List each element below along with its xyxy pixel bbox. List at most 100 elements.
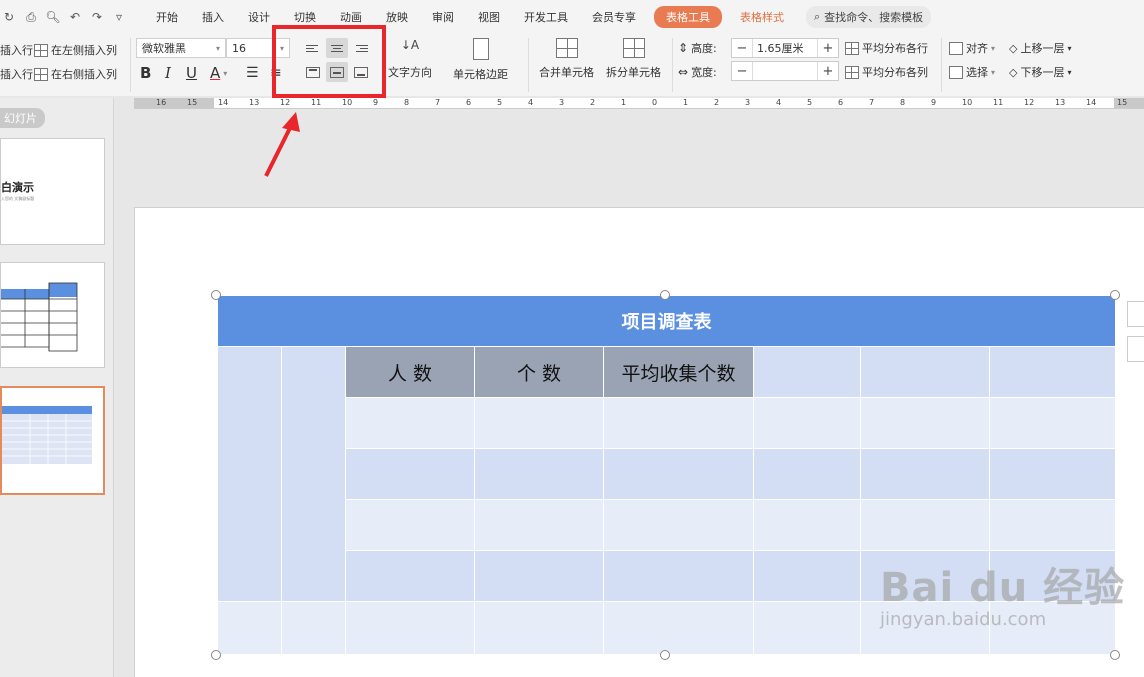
table-cell[interactable]	[603, 397, 754, 449]
table-cell[interactable]	[345, 397, 475, 449]
preview-icon[interactable]: 🔍︎	[45, 10, 60, 24]
slide-thumbnail-3[interactable]	[0, 386, 105, 495]
tab-developer[interactable]: 开发工具	[512, 9, 580, 25]
font-name-select[interactable]: 微软雅黑 ▾	[136, 38, 226, 58]
table-cell[interactable]	[603, 550, 754, 602]
width-stepper[interactable]: − +	[731, 61, 839, 81]
command-search[interactable]: ⌕ 查找命令、搜索模板	[806, 6, 932, 28]
table-cell[interactable]	[753, 346, 861, 398]
insert-row-above-button[interactable]: 插入行	[0, 42, 33, 58]
height-stepper[interactable]: − 1.65厘米 +	[731, 38, 839, 58]
merge-cells-button[interactable]: 合并单元格	[539, 38, 594, 80]
split-cells-button[interactable]: 拆分单元格	[606, 38, 661, 80]
text-direction-button[interactable]: ↓A 文字方向	[388, 38, 432, 80]
table-cell[interactable]	[753, 550, 861, 602]
tab-design[interactable]: 设计	[236, 9, 282, 25]
slides-panel-tab[interactable]: 幻灯片	[0, 108, 45, 128]
header-cell-count[interactable]: 个 数	[474, 346, 604, 398]
insert-row-below-button[interactable]: 插入行	[0, 66, 33, 82]
layer-up-icon: ◇	[1009, 41, 1018, 55]
table-cell[interactable]	[603, 499, 754, 551]
table-cell[interactable]	[989, 499, 1116, 551]
table-cell[interactable]	[281, 346, 346, 602]
tab-insert[interactable]: 插入	[190, 9, 236, 25]
table-settings-icon[interactable]	[1127, 336, 1144, 362]
distribute-cols-button[interactable]: 平均分布各列	[845, 64, 928, 80]
bold-button[interactable]: B	[140, 64, 151, 82]
plus-icon[interactable]: +	[818, 64, 838, 79]
table-cell[interactable]	[345, 550, 475, 602]
line-spacing-button[interactable]: ☰	[246, 65, 259, 81]
resize-handle-top-right[interactable]	[1110, 290, 1120, 300]
distribute-rows-button[interactable]: 平均分布各行	[845, 40, 928, 56]
table-title[interactable]: 项目调查表	[217, 295, 1116, 347]
cell-margin-button[interactable]: 单元格边距	[453, 38, 508, 82]
table-cell[interactable]	[281, 601, 346, 655]
redo-icon[interactable]: ↷	[90, 10, 104, 24]
tab-table-tools[interactable]: 表格工具	[654, 6, 722, 28]
table-cell[interactable]	[989, 346, 1116, 398]
resize-handle-top[interactable]	[660, 290, 670, 300]
refresh-icon[interactable]: ↻	[2, 10, 16, 24]
font-color-button[interactable]: A ▾	[210, 64, 227, 82]
select-dropdown[interactable]: 选择 ▾	[949, 64, 995, 80]
resize-handle-bottom[interactable]	[660, 650, 670, 660]
table-cell[interactable]	[989, 448, 1116, 500]
header-cell-average[interactable]: 平均收集个数	[603, 346, 754, 398]
table-cell[interactable]	[345, 448, 475, 500]
insert-col-left-button[interactable]: 在左侧插入列	[34, 42, 117, 58]
horizontal-ruler[interactable]: 16 15 14 13 12 11 10 9 8 7 6 5 4 3 2 1 0 1 2 3 4 5 6 7 8 9 10 11 12 1…	[134, 98, 1144, 109]
table-cell[interactable]	[753, 448, 861, 500]
resize-handle-bottom-right[interactable]	[1110, 650, 1120, 660]
table-cell[interactable]	[860, 448, 990, 500]
tab-home[interactable]: 开始	[144, 9, 190, 25]
table-cell[interactable]	[753, 499, 861, 551]
minus-icon[interactable]: −	[732, 41, 752, 56]
tab-table-style[interactable]: 表格样式	[728, 9, 796, 25]
table-cell[interactable]	[474, 550, 604, 602]
table-cell[interactable]	[474, 397, 604, 449]
tab-member[interactable]: 会员专享	[580, 9, 648, 25]
table-cell[interactable]	[753, 601, 861, 655]
tab-review[interactable]: 审阅	[420, 9, 466, 25]
width-value[interactable]	[752, 62, 818, 80]
resize-handle-top-left[interactable]	[211, 290, 221, 300]
table-cell[interactable]	[474, 448, 604, 500]
table-cell[interactable]	[474, 601, 604, 655]
table-cell[interactable]	[217, 346, 282, 602]
tab-animation[interactable]: 动画	[328, 9, 374, 25]
print-icon[interactable]: ⎙	[24, 10, 38, 24]
tab-transition[interactable]: 切换	[282, 9, 328, 25]
align-dropdown[interactable]: 对齐 ▾	[949, 40, 995, 56]
table-cell[interactable]	[860, 397, 990, 449]
table-cell[interactable]	[603, 601, 754, 655]
slide-thumbnail-panel: 幻灯片 白演示 入您的 文稿副标题	[0, 98, 114, 677]
select-label: 选择	[966, 66, 988, 79]
tab-slideshow[interactable]: 放映	[374, 9, 420, 25]
table-cell[interactable]	[860, 346, 990, 398]
insert-col-right-button[interactable]: 在右侧插入列	[34, 66, 117, 82]
table-cell[interactable]	[345, 601, 475, 655]
slide-thumbnail-2[interactable]	[0, 262, 105, 368]
minus-icon[interactable]: −	[732, 64, 752, 79]
table-cell[interactable]	[860, 499, 990, 551]
undo-icon[interactable]: ↶	[68, 10, 82, 24]
more-icon[interactable]: ▿	[112, 10, 126, 24]
italic-button[interactable]: I	[165, 64, 171, 82]
table-cell[interactable]	[603, 448, 754, 500]
height-value[interactable]: 1.65厘米	[752, 39, 818, 57]
bring-forward-button[interactable]: ◇ 上移一层 ▾	[1009, 40, 1071, 56]
underline-button[interactable]: U	[186, 64, 197, 82]
table-cell[interactable]	[474, 499, 604, 551]
table-cell[interactable]	[345, 499, 475, 551]
resize-handle-bottom-left[interactable]	[211, 650, 221, 660]
table-cell[interactable]	[753, 397, 861, 449]
table-cell[interactable]	[217, 601, 282, 655]
plus-icon[interactable]: +	[818, 41, 838, 56]
table-cell[interactable]	[989, 397, 1116, 449]
header-cell-people[interactable]: 人 数	[345, 346, 475, 398]
tab-view[interactable]: 视图	[466, 9, 512, 25]
edit-wand-icon[interactable]	[1127, 301, 1144, 327]
slide-thumbnail-1[interactable]: 白演示 入您的 文稿副标题	[0, 138, 105, 245]
send-backward-button[interactable]: ◇ 下移一层 ▾	[1009, 64, 1071, 80]
